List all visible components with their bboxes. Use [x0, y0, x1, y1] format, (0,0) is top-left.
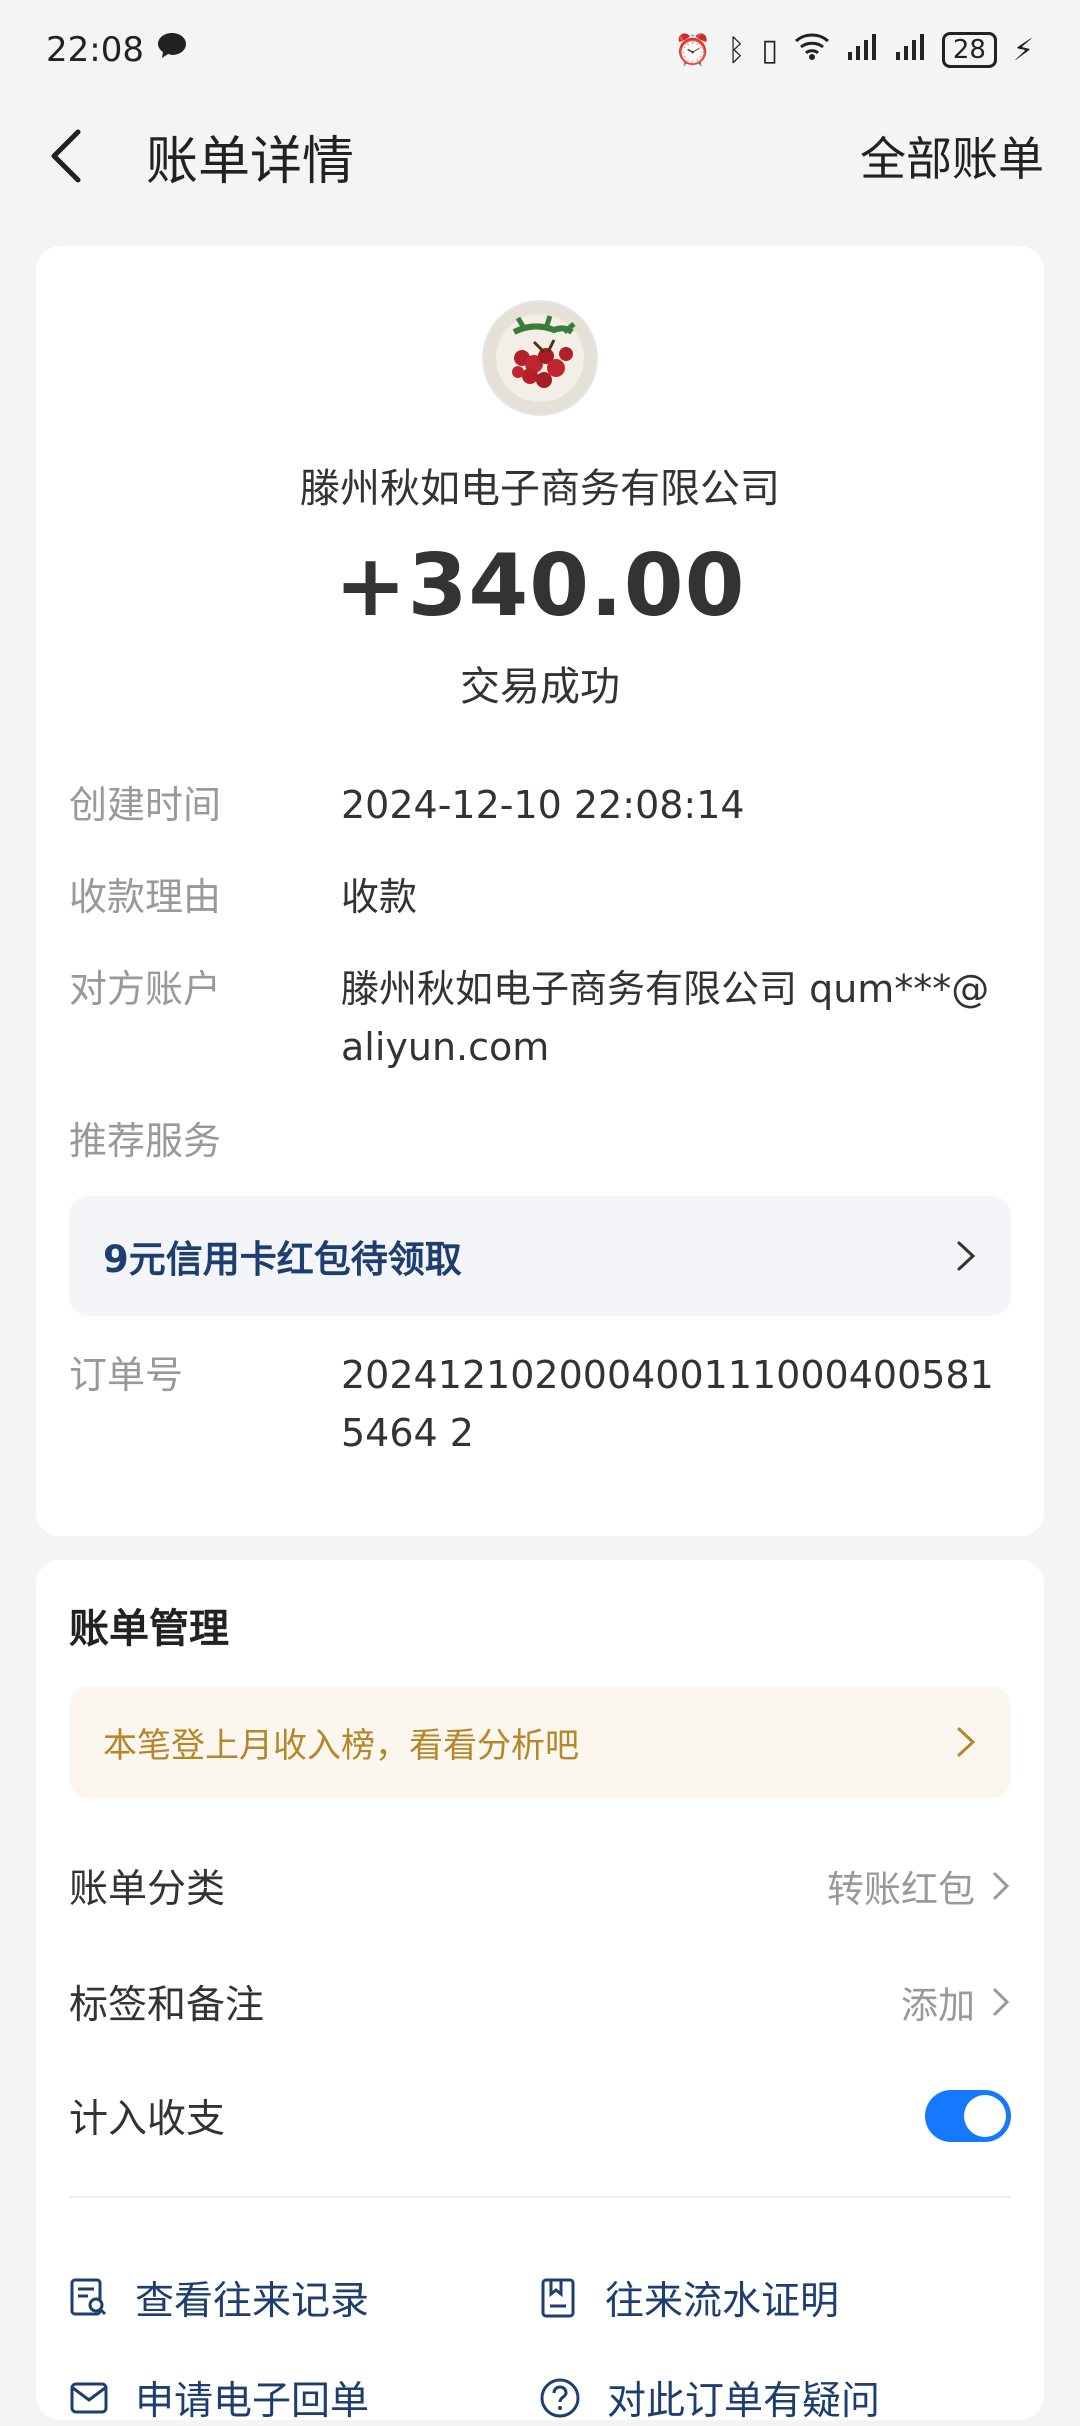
chevron-right-icon: [993, 1988, 1010, 2016]
credit-card-promo[interactable]: 9元信用卡红包待领取: [69, 1196, 1011, 1316]
page-title: 账单详情: [146, 131, 355, 192]
section-title: 账单管理: [69, 1606, 229, 1652]
order-question-button[interactable]: 对此订单有疑问: [539, 2370, 880, 2426]
setting-right: 添加: [901, 1975, 1011, 2029]
action-label: 查看往来记录: [135, 2279, 370, 2324]
nav-header: 账单详情 全部账单: [0, 100, 1080, 212]
action-label: 申请电子回单: [135, 2379, 370, 2424]
status-right: ⏰ ᛒ ▯ 28 ⚡: [674, 32, 1034, 68]
transaction-proof-button[interactable]: 往来流水证明: [539, 2270, 839, 2326]
transaction-status: 交易成功: [460, 664, 620, 710]
alarm-icon: ⏰: [673, 32, 712, 68]
header-left: 账单详情: [36, 119, 354, 194]
detail-label: 对方账户: [69, 967, 222, 1011]
promo-text: 9元信用卡红包待领取: [103, 1238, 462, 1281]
wifi-icon: [794, 32, 830, 68]
bill-management-card: 账单管理 本笔登上月收入榜，看看分析吧 账单分类 转账红包 标签和备注 添加 计…: [36, 1560, 1044, 2424]
status-time: 22:08: [46, 30, 144, 70]
status-left: 22:08: [46, 30, 188, 70]
setting-value: 转账红包: [827, 1868, 975, 1911]
detail-row-reason: 收款理由 收款: [69, 868, 1011, 926]
detail-label: 创建时间: [69, 783, 222, 827]
setting-label: 账单分类: [69, 1867, 226, 1912]
count-income-toggle[interactable]: [925, 2090, 1011, 2142]
setting-value: 添加: [901, 1984, 975, 2027]
chevron-left-icon: [51, 129, 81, 183]
setting-right: 转账红包: [827, 1859, 1011, 1913]
vibrate-icon: ▯: [761, 32, 778, 68]
bill-category-row[interactable]: 账单分类 转账红包: [69, 1846, 1011, 1926]
income-analysis-banner[interactable]: 本笔登上月收入榜，看看分析吧: [69, 1686, 1011, 1798]
transaction-card: 滕州秋如电子商务有限公司 +340.00 交易成功 创建时间 2024-12-1…: [36, 246, 1044, 1536]
divider: [69, 2196, 1011, 2198]
detail-row-created-time: 创建时间 2024-12-10 22:08:14: [69, 776, 1011, 834]
count-income-row: 计入收支: [69, 2076, 1011, 2156]
signal-icon: [846, 32, 878, 68]
detail-value: 2024-12-10 22:08:14: [341, 783, 745, 827]
chevron-right-icon: [957, 1727, 976, 1757]
tags-notes-row[interactable]: 标签和备注 添加: [69, 1962, 1011, 2042]
charging-icon: ⚡: [1012, 32, 1034, 68]
detail-value[interactable]: 滕州秋如电子商务有限公司 qum***@aliyun.com: [341, 960, 1011, 1076]
chevron-right-icon: [957, 1241, 976, 1271]
view-history-button[interactable]: 查看往来记录: [69, 2270, 369, 2326]
signal-2-icon: [894, 32, 926, 68]
document-icon: [541, 2278, 575, 2318]
detail-row-recommended: 推荐服务: [69, 1112, 1011, 1170]
detail-value: [341, 1112, 1011, 1170]
search-record-icon: [70, 2278, 107, 2316]
all-bills-link[interactable]: 全部账单: [860, 123, 1044, 189]
banner-text: 本笔登上月收入榜，看看分析吧: [103, 1725, 579, 1766]
toggle-knob: [964, 2095, 1006, 2137]
setting-label: 计入收支: [69, 2097, 226, 2142]
detail-label: 推荐服务: [69, 1119, 222, 1163]
detail-value: 收款: [341, 875, 418, 919]
merchant-avatar: [482, 300, 598, 416]
detail-value[interactable]: 2024121020004001110004005815464 2: [341, 1346, 1011, 1462]
back-button[interactable]: [36, 126, 96, 186]
action-label: 往来流水证明: [605, 2279, 840, 2324]
transaction-amount: +340.00: [334, 536, 746, 636]
merchant-name: 滕州秋如电子商务有限公司: [300, 466, 780, 512]
detail-row-counterparty: 对方账户 滕州秋如电子商务有限公司 qum***@aliyun.com: [69, 960, 1011, 1076]
detail-label: 收款理由: [69, 875, 222, 919]
setting-label: 标签和备注: [69, 1983, 265, 2028]
chevron-right-icon: [993, 1872, 1010, 1900]
status-bar: 22:08 ⏰ ᛒ ▯ 28 ⚡: [0, 0, 1080, 100]
action-label: 对此订单有疑问: [607, 2379, 881, 2424]
mail-icon: [70, 2382, 108, 2414]
message-icon: [156, 30, 188, 70]
detail-row-order-no: 订单号 2024121020004001110004005815464 2: [69, 1346, 1011, 1462]
question-icon: [540, 2378, 580, 2418]
detail-label: 订单号: [69, 1353, 184, 1397]
bluetooth-icon: ᛒ: [727, 32, 746, 68]
battery-indicator: 28: [941, 32, 997, 68]
e-receipt-button[interactable]: 申请电子回单: [69, 2370, 369, 2426]
